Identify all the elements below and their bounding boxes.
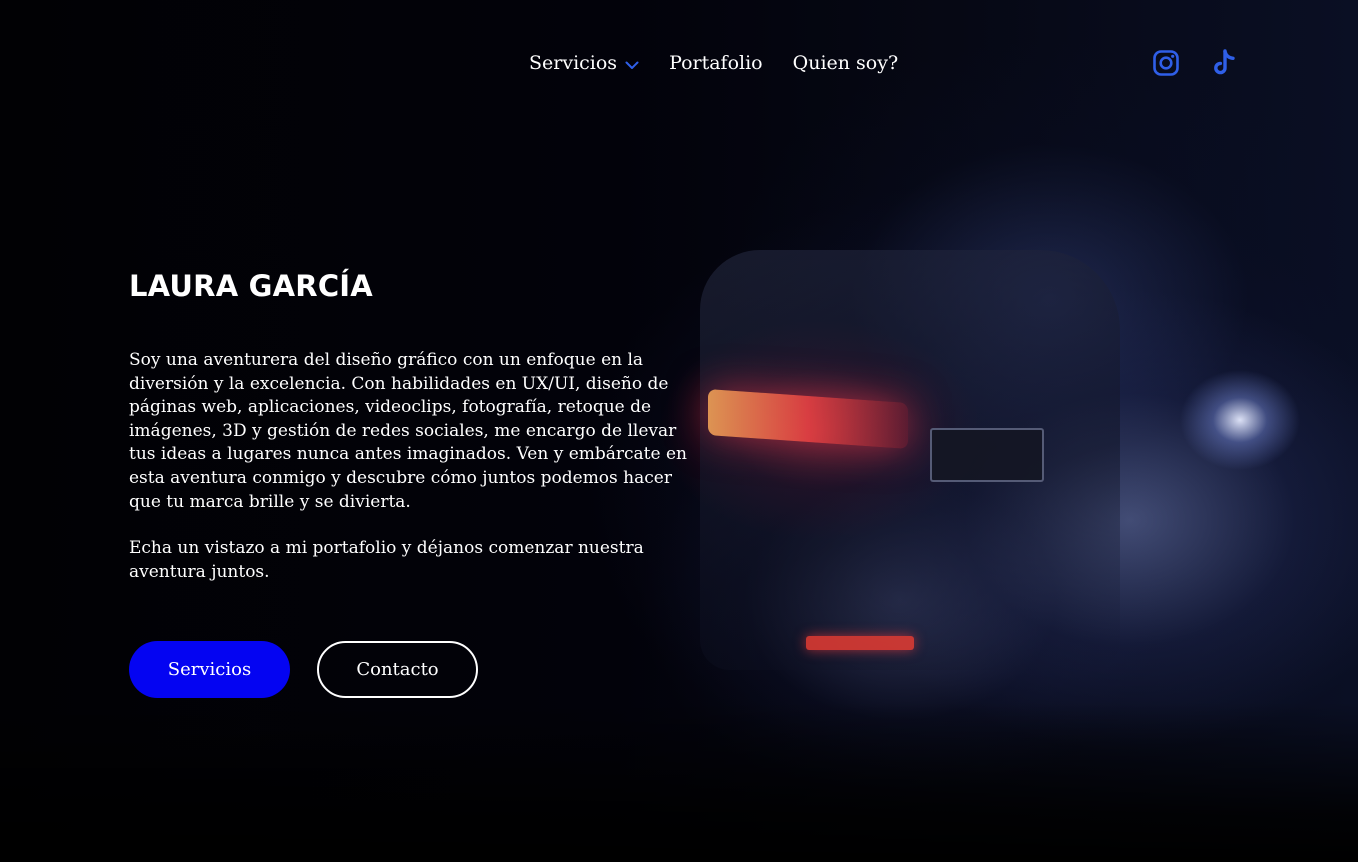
chevron-down-icon xyxy=(625,46,639,82)
instagram-icon[interactable] xyxy=(1151,48,1181,78)
nav-item-label: Quien soy? xyxy=(792,52,899,74)
hero-section: LAURA GARCÍA Soy una aventurera del dise… xyxy=(129,266,709,584)
social-links xyxy=(1151,48,1239,78)
tiktok-icon[interactable] xyxy=(1209,48,1239,78)
page: Servicios Portafolio Quien soy? LAURA GA… xyxy=(0,0,1358,862)
nav-item-servicios[interactable]: Servicios xyxy=(529,44,639,82)
nav-item-quien-soy[interactable]: Quien soy? xyxy=(793,45,899,81)
nav-item-label: Servicios xyxy=(529,52,618,74)
hero-buttons: Servicios Contacto xyxy=(129,641,478,698)
rear-reflector xyxy=(806,636,914,650)
bottom-fade xyxy=(0,702,1358,862)
hero-title: LAURA GARCÍA xyxy=(129,269,373,303)
license-plate xyxy=(930,428,1044,482)
hero-description: Soy una aventurera del diseño gráfico co… xyxy=(129,350,687,512)
servicios-button[interactable]: Servicios xyxy=(129,641,290,698)
contacto-button[interactable]: Contacto xyxy=(317,641,478,698)
hero-cta-text: Echa un vistazo a mi portafolio y déjano… xyxy=(129,538,644,582)
car-silhouette xyxy=(700,250,1120,670)
top-nav: Servicios Portafolio Quien soy? xyxy=(529,44,898,82)
nav-item-label: Portafolio xyxy=(669,52,763,74)
nav-item-portafolio[interactable]: Portafolio xyxy=(669,45,763,81)
